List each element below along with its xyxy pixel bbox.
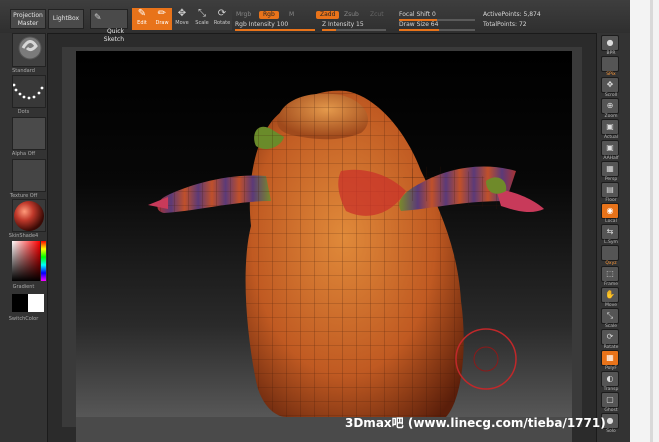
total-points-readout: TotalPoints: 72 bbox=[483, 21, 527, 28]
color-picker[interactable] bbox=[12, 241, 46, 281]
bpr-icon: ● bbox=[606, 38, 614, 47]
scale-icon: ⤡ bbox=[198, 8, 206, 19]
move-label: Move bbox=[175, 20, 189, 26]
scroll-icon: ✥ bbox=[606, 80, 614, 89]
edit-button[interactable]: ✎ Edit bbox=[132, 8, 152, 30]
zsub-toggle[interactable]: Zsub bbox=[340, 11, 363, 19]
zcut-toggle[interactable]: Zcut bbox=[366, 11, 388, 19]
page-margin bbox=[630, 0, 659, 442]
gradient-label: Gradient bbox=[12, 284, 35, 290]
lsym-icon: ⇆ bbox=[606, 227, 614, 236]
color-picker-square-icon bbox=[12, 241, 46, 281]
polyf-button[interactable]: ▦ bbox=[601, 350, 619, 366]
aahalf-button[interactable]: ▣ bbox=[601, 140, 619, 156]
zadd-toggle[interactable]: Zadd bbox=[316, 11, 340, 19]
active-points-readout: ActivePoints: 5,874 bbox=[483, 11, 541, 18]
character-model bbox=[148, 90, 544, 417]
rgb-intensity-slider[interactable] bbox=[235, 29, 315, 31]
switch-color-label[interactable]: SwitchColor bbox=[0, 316, 47, 322]
local-icon: ◉ bbox=[606, 206, 614, 215]
scale-button[interactable]: ⤡ Scale bbox=[192, 8, 212, 30]
floor-icon: ▤ bbox=[606, 185, 614, 194]
rotate-button[interactable]: ⟳ Rotate bbox=[212, 8, 232, 30]
standard-brush-icon bbox=[18, 36, 42, 60]
top-toolbar: Projection Master LightBox ✎ Quick Sketc… bbox=[0, 0, 630, 43]
local-button[interactable]: ◉ bbox=[601, 203, 619, 219]
quick-sketch-icon: ✎ bbox=[94, 13, 102, 23]
z-intensity-label: Z Intensity 15 bbox=[322, 21, 364, 28]
document-canvas[interactable] bbox=[76, 51, 572, 417]
scroll-button[interactable]: ✥ bbox=[601, 77, 619, 93]
scale-label: Scale bbox=[195, 20, 209, 26]
draw-label: Draw bbox=[155, 20, 169, 26]
solo-icon: ● bbox=[606, 416, 614, 425]
watermark-text: 3Dmax吧 (www.linecg.com/tieba/1771) bbox=[345, 416, 606, 430]
rotate-icon: ⟳ bbox=[217, 8, 227, 19]
quick-sketch-label: Quick Sketch bbox=[103, 28, 124, 43]
alpha-label: Alpha Off bbox=[11, 151, 36, 157]
brush-selector[interactable] bbox=[12, 33, 46, 67]
alpha-selector[interactable] bbox=[12, 117, 46, 150]
material-label: SkinShade4 bbox=[8, 233, 39, 239]
move-icon: ✋ bbox=[605, 290, 615, 299]
quick-sketch-button[interactable]: ✎ Quick Sketch bbox=[90, 9, 128, 43]
edit-icon: ✎ bbox=[137, 8, 147, 19]
focal-shift-label: Focal Shift 0 bbox=[399, 11, 436, 18]
texture-selector[interactable] bbox=[12, 159, 46, 192]
stroke-selector[interactable] bbox=[12, 75, 46, 108]
projection-master-button[interactable]: Projection Master bbox=[10, 9, 46, 29]
transp-icon: ◐ bbox=[606, 374, 614, 383]
zoom-button[interactable]: ⊕ bbox=[601, 98, 619, 114]
frame-button[interactable]: ⬚ bbox=[601, 266, 619, 282]
frame-icon: ⬚ bbox=[606, 269, 614, 278]
bpr-button[interactable]: ● bbox=[601, 35, 619, 51]
rgb-intensity-label: Rgb Intensity 100 bbox=[235, 21, 289, 28]
persp-button[interactable]: ▦ bbox=[601, 161, 619, 177]
mrgb-toggle[interactable]: Mrgb bbox=[232, 11, 255, 19]
floor-button[interactable]: ▤ bbox=[601, 182, 619, 198]
zoom-icon: ⊕ bbox=[606, 101, 614, 110]
move-button[interactable]: ✥ Move bbox=[172, 8, 192, 30]
main-color-swatch[interactable] bbox=[12, 294, 28, 312]
rotate-label: Rotate bbox=[213, 20, 231, 26]
scale-icon: ⤡ bbox=[606, 311, 614, 320]
m-toggle[interactable]: M bbox=[285, 11, 298, 19]
actual-icon: ▣ bbox=[606, 122, 614, 131]
z-intensity-slider[interactable] bbox=[322, 29, 386, 31]
l-sym-button[interactable]: ⇆ bbox=[601, 224, 619, 240]
lightbox-button[interactable]: LightBox bbox=[48, 9, 84, 29]
secondary-color-swatch[interactable] bbox=[28, 294, 44, 312]
material-selector[interactable] bbox=[12, 199, 46, 232]
dots-stroke-icon bbox=[12, 83, 44, 100]
ghost-button[interactable]: ▢ bbox=[601, 392, 619, 408]
rotate-icon: ⟳ bbox=[606, 332, 614, 341]
zbrush-window: Projection Master LightBox ✎ Quick Sketc… bbox=[0, 0, 630, 442]
brush-label: Standard bbox=[12, 68, 35, 74]
draw-size-slider[interactable] bbox=[399, 29, 475, 31]
ghost-icon: ▢ bbox=[606, 395, 614, 404]
actual-button[interactable]: ▣ bbox=[601, 119, 619, 135]
qxyz-button[interactable] bbox=[601, 245, 619, 261]
rgb-toggle[interactable]: Rgb bbox=[259, 11, 279, 19]
draw-button[interactable]: ✏ Draw bbox=[152, 8, 172, 30]
material-sphere-icon bbox=[14, 201, 44, 231]
scale-button[interactable]: ⤡ bbox=[601, 308, 619, 324]
transp-button[interactable]: ◐ bbox=[601, 371, 619, 387]
left-shelf: Standard Dots Alpha Off Texture Off Skin… bbox=[0, 33, 48, 442]
persp-icon: ▦ bbox=[606, 164, 614, 173]
brush-cursor-outer bbox=[455, 328, 517, 390]
move-icon: ✥ bbox=[177, 8, 187, 19]
move-button[interactable]: ✋ bbox=[601, 287, 619, 303]
rotate-button[interactable]: ⟳ bbox=[601, 329, 619, 345]
draw-size-label: Draw Size 64 bbox=[399, 21, 439, 28]
right-shelf: ● BPR SPix ✥ Scroll ⊕ Zoom ▣ Actual ▣ AAHalf ▦ Persp… bbox=[596, 33, 630, 442]
aahalf-icon: ▣ bbox=[606, 143, 614, 152]
draw-icon: ✏ bbox=[157, 8, 167, 19]
edit-label: Edit bbox=[137, 20, 147, 26]
stroke-label: Dots bbox=[17, 109, 30, 115]
spix-button[interactable] bbox=[601, 56, 619, 72]
polyf-icon: ▦ bbox=[606, 353, 614, 362]
